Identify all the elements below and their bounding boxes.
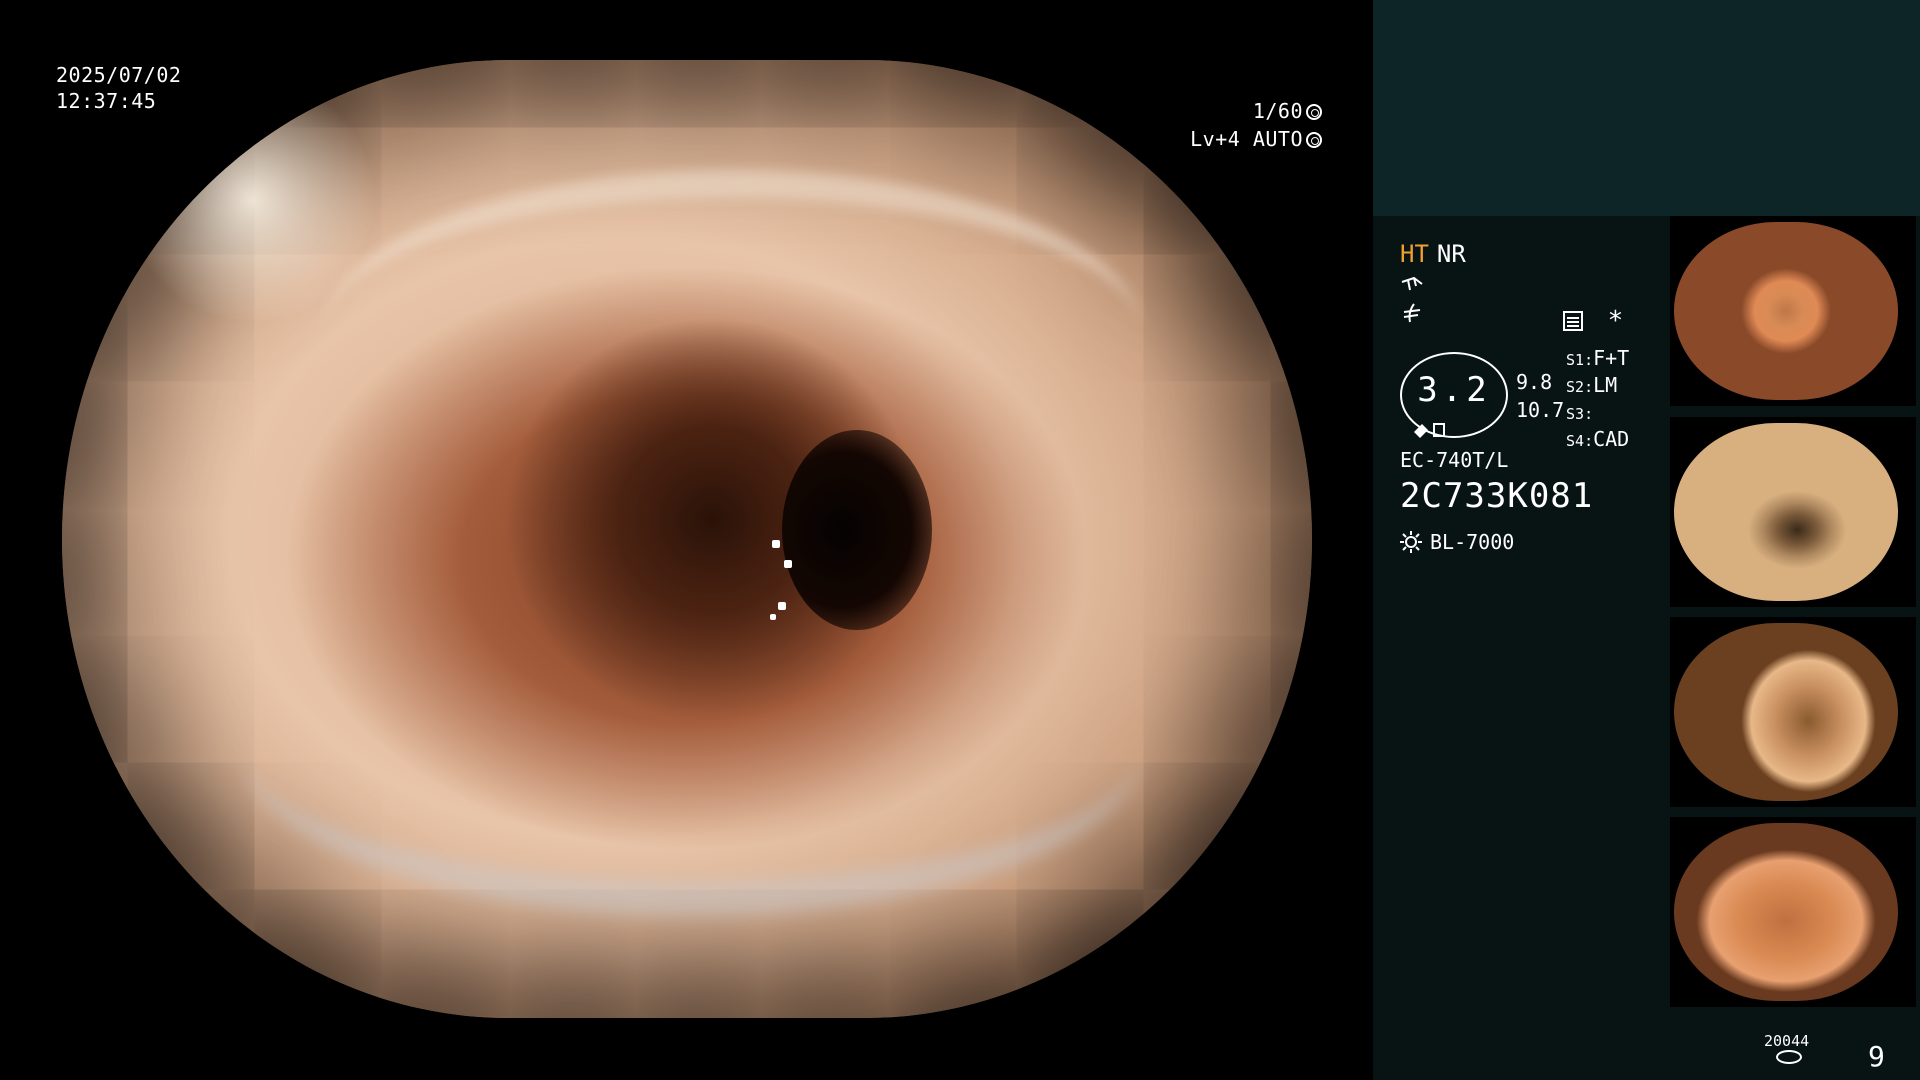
ht-label: HT — [1400, 240, 1429, 268]
slot-key: S1 — [1566, 351, 1585, 369]
zoom-min: 9.8 — [1516, 370, 1553, 394]
shutter-readout: 1/60 — [1200, 98, 1322, 124]
thumbnail-image — [1674, 623, 1898, 801]
thumbnail-image — [1674, 222, 1898, 400]
zoom-indicator-icon — [1414, 423, 1445, 438]
specular-highlight — [784, 560, 792, 568]
zoom-value: 3.2 — [1417, 370, 1491, 410]
light-source: BL-7000 — [1400, 530, 1514, 554]
slot-value: CAD — [1593, 427, 1630, 451]
structure-enhance-icon — [1563, 311, 1583, 331]
storage-disk-icon — [1776, 1050, 1802, 1064]
thumbnail-image — [1674, 423, 1898, 601]
slot-value: F+T — [1593, 346, 1630, 370]
shutter-text: 1/60 — [1252, 99, 1303, 123]
enhancement-icon — [1401, 276, 1423, 291]
slot-row: S1:F+T — [1566, 346, 1630, 370]
slot-row: S2:LM — [1566, 373, 1618, 397]
level-text: Lv+4 — [1190, 127, 1241, 151]
slot-row: S4:CAD — [1566, 427, 1630, 451]
exposure-readout: Lv+4 AUTO — [1180, 126, 1322, 152]
mucosal-fold-upper — [322, 170, 1142, 498]
captured-thumbnail[interactable] — [1670, 216, 1916, 406]
mucosal-fold-lower — [242, 580, 1142, 916]
captured-thumbnail[interactable] — [1670, 417, 1916, 607]
zoom-max: 10.7 — [1516, 398, 1565, 422]
scope-model: EC-740T/L — [1400, 448, 1509, 472]
thumbnail-image — [1674, 823, 1898, 1001]
slot-value: LM — [1593, 373, 1618, 397]
specular-highlight — [770, 614, 776, 620]
color-mode-icon — [1403, 303, 1421, 323]
asterisk-marker: * — [1607, 306, 1624, 336]
slot-key: S2 — [1566, 378, 1585, 396]
auto-iris-icon — [1306, 132, 1322, 148]
structure-icon-group: * — [1562, 306, 1623, 336]
slot-row: S3: — [1566, 405, 1594, 423]
image-settings: HT NR — [1400, 240, 1466, 324]
light-source-icon — [1400, 531, 1422, 553]
slot-key: S3 — [1566, 405, 1585, 423]
record-counter: 20044 — [1764, 1032, 1810, 1050]
date-text: 2025/07/02 — [56, 63, 182, 87]
lumen — [782, 430, 932, 630]
captured-thumbnail[interactable] — [1670, 817, 1916, 1007]
captured-thumbnail[interactable] — [1670, 617, 1916, 807]
mode-text: AUTO — [1252, 127, 1303, 151]
endoscope-view — [62, 60, 1312, 1018]
specular-highlight — [772, 540, 780, 548]
scope-serial: 2C733K081 — [1400, 476, 1594, 516]
image-counter: 9 — [1868, 1040, 1885, 1073]
panel-header — [1373, 0, 1920, 216]
light-source-text: BL-7000 — [1430, 530, 1515, 554]
datetime: 2025/07/02 12:37:45 — [56, 62, 181, 114]
nr-label: NR — [1436, 240, 1466, 268]
function-slots: S1:F+T S2:LM S3: S4:CAD — [1566, 346, 1629, 454]
shutter-icon — [1306, 104, 1322, 120]
time-text: 12:37:45 — [56, 89, 157, 113]
specular-highlight — [778, 602, 786, 610]
slot-key: S4 — [1566, 432, 1585, 450]
